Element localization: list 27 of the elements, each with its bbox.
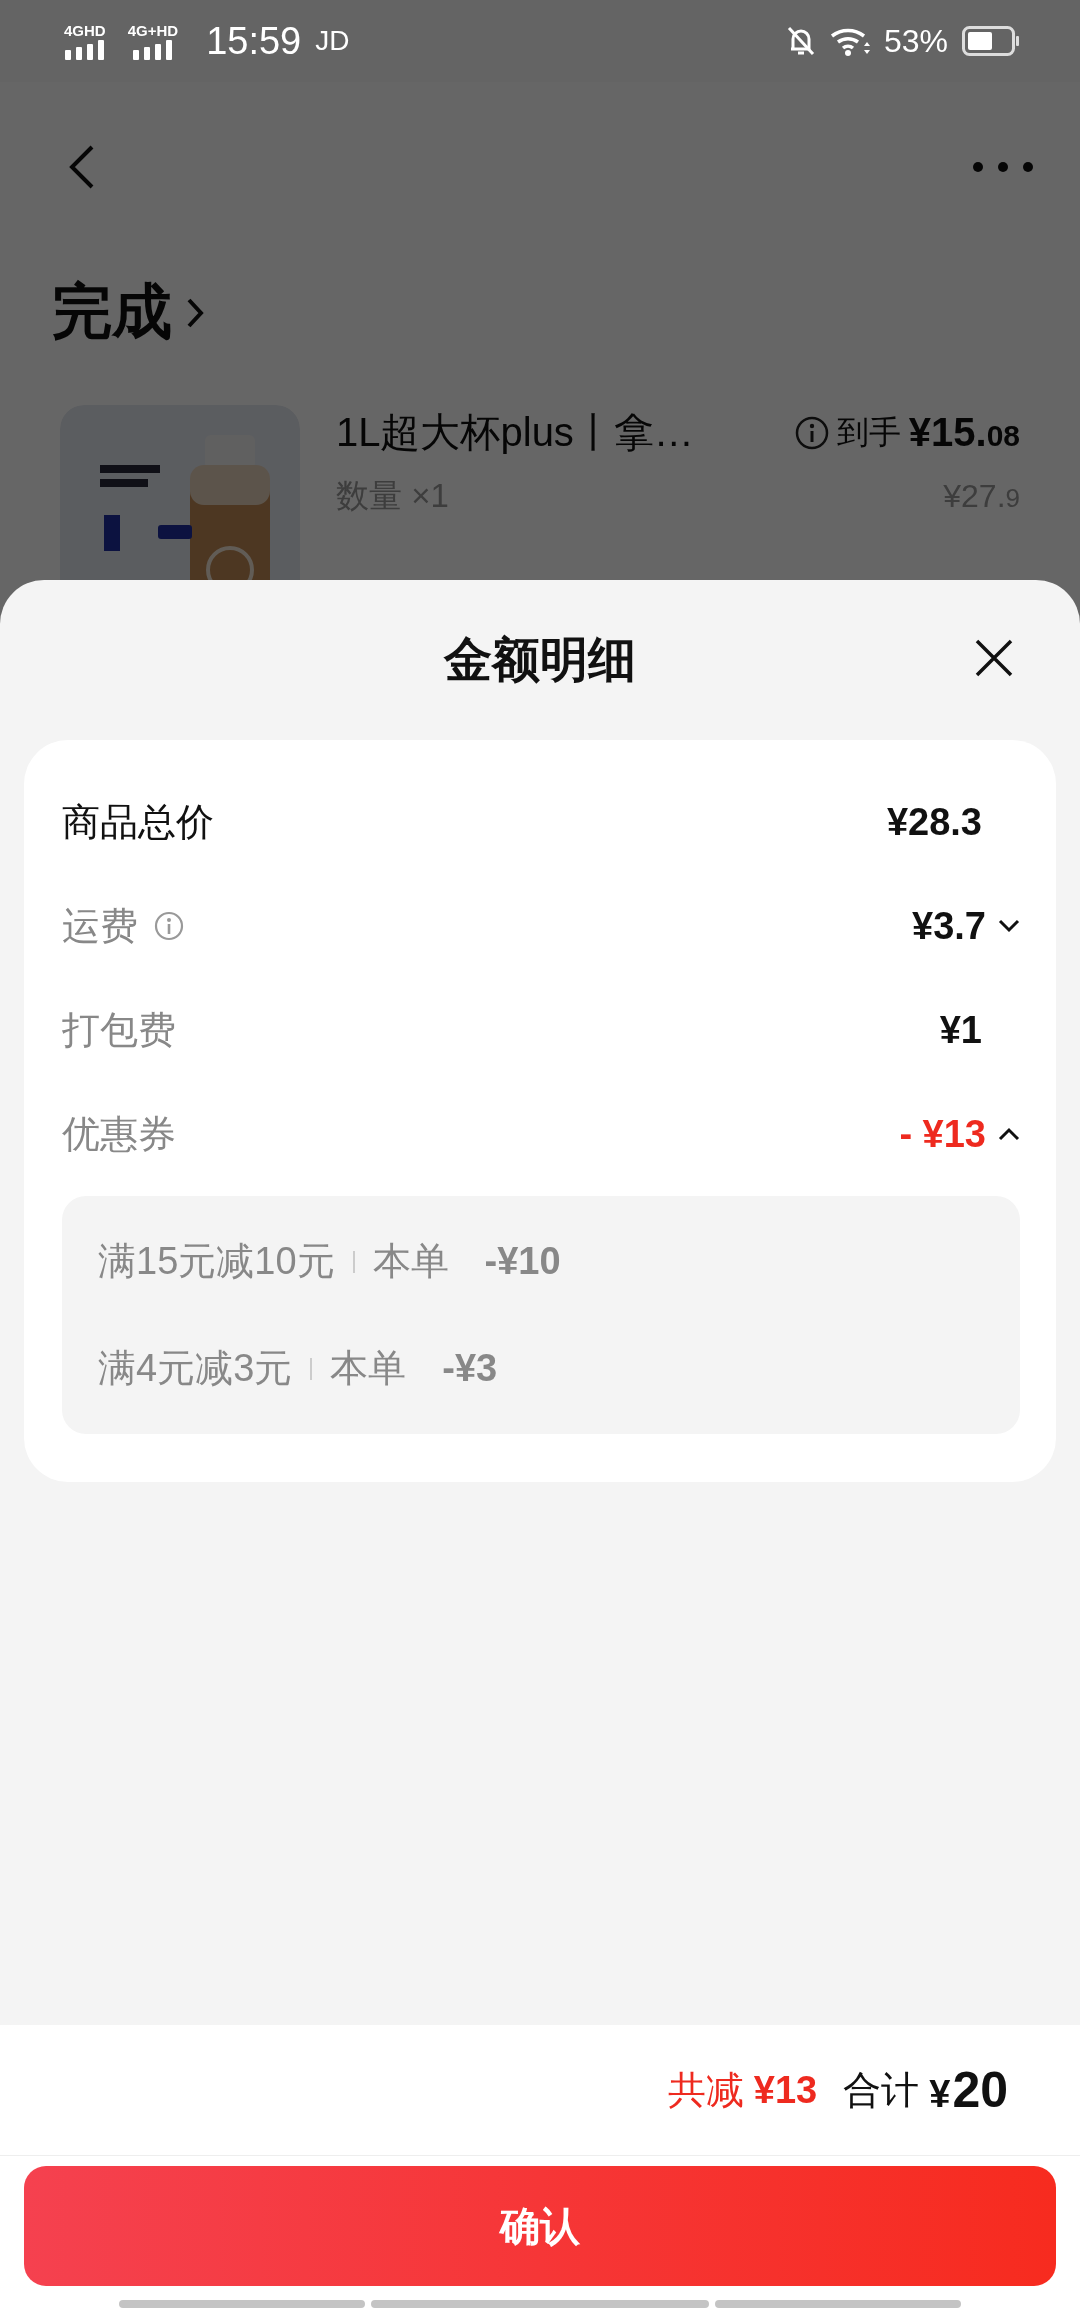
fee-label: 优惠券 [62,1111,176,1157]
discount-amount: ¥13 [753,2068,818,2112]
total-amount: ¥20 [929,2061,1008,2119]
fee-label: 运费 [62,903,138,949]
status-label: JD [315,25,350,57]
fee-amount: - ¥13 [899,1112,986,1156]
price-label: 到手 [836,412,901,452]
network-label: 4GHD [64,22,106,38]
coupon-scope: 本单 [372,1239,449,1284]
fee-label: 打包费 [62,1007,176,1053]
page-title: 完成 [52,277,172,347]
fee-amount: ¥28.3 [886,800,982,844]
final-price: ¥15.08 [908,410,1020,455]
product-name: 1L超大杯plus丨拿… [336,409,695,456]
coupon-scope: 本单 [330,1346,407,1391]
coupon-amount: -¥10 [484,1240,561,1283]
network-label: 4G+HD [127,22,179,38]
battery-percent: 53% [883,22,948,60]
coupon-amount: -¥3 [442,1347,498,1390]
coupon-rule: 满15元减10元 [98,1239,335,1284]
discount-label: 共减 [667,2067,744,2113]
fee-amount: ¥1 [939,1008,982,1052]
total-label: 合计 [843,2067,920,2113]
status-time: 15:59 [206,19,302,63]
fee-amount: ¥3.7 [912,904,986,948]
coupon-rule: 满4元减3元 [98,1346,293,1391]
fee-label: 商品总价 [62,799,214,845]
